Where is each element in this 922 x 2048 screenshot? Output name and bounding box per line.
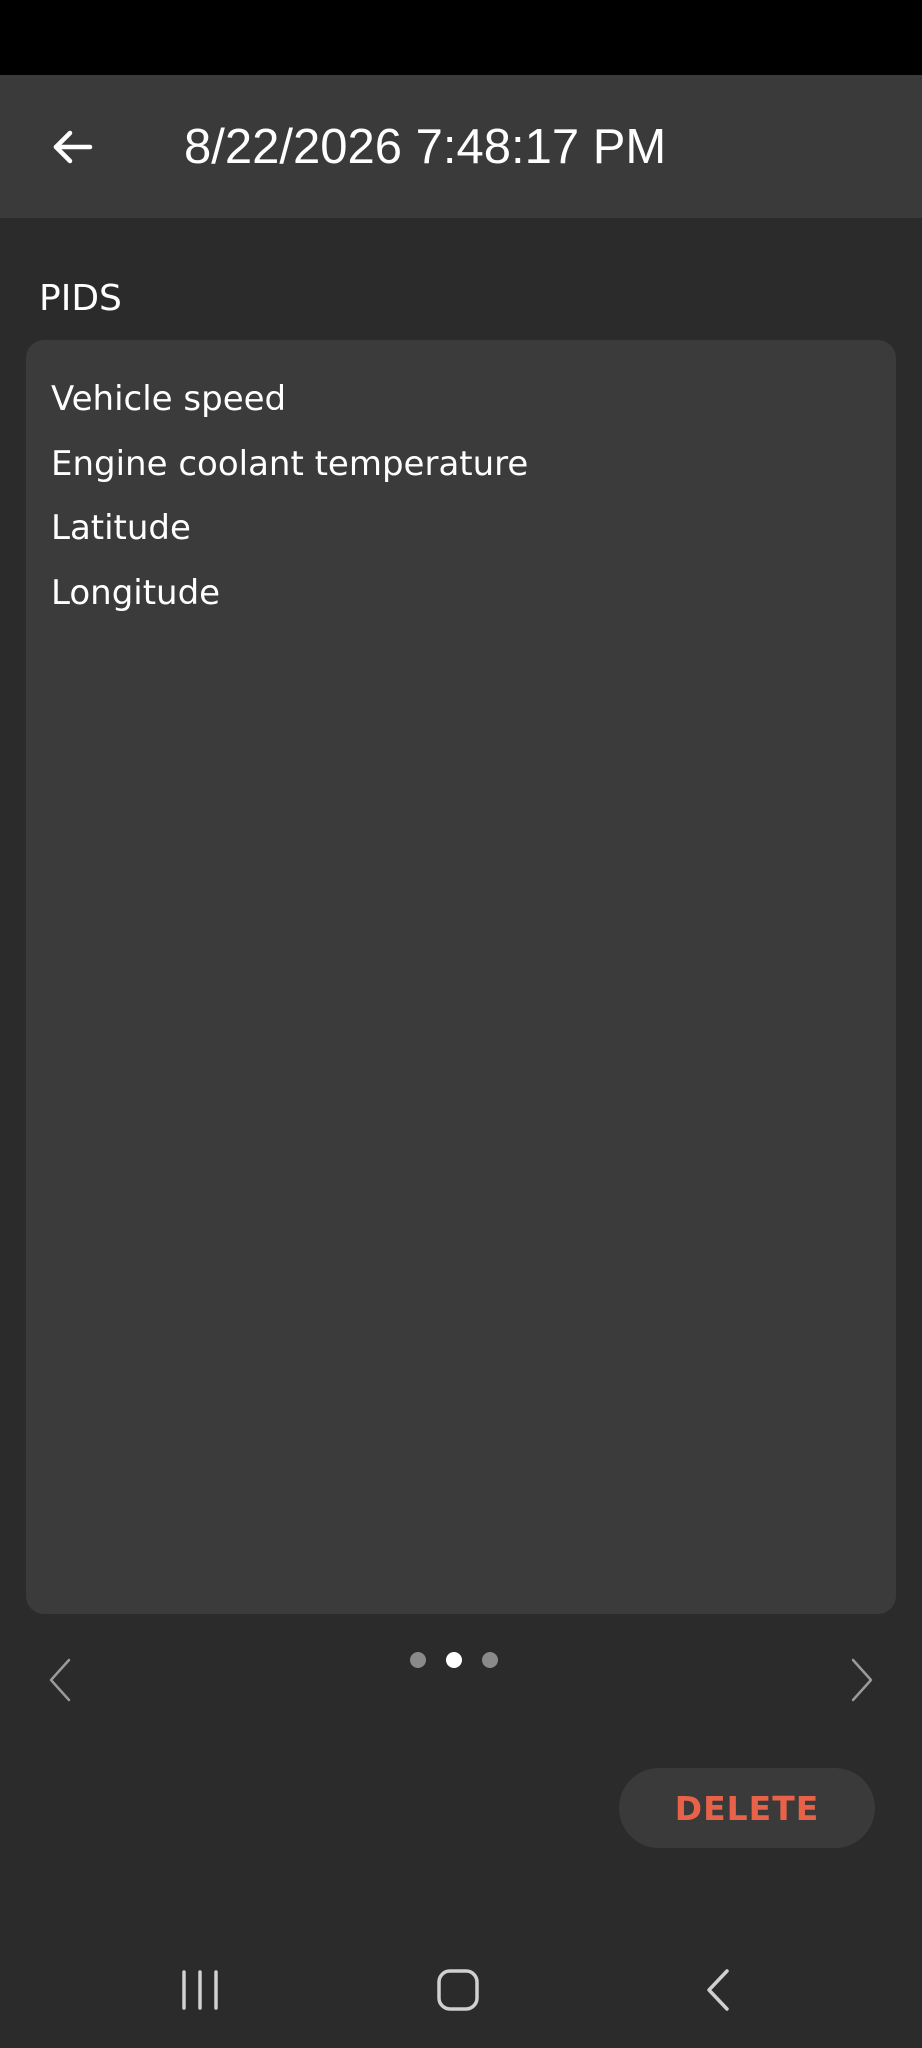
- page-dot-active[interactable]: [446, 1652, 462, 1668]
- list-item: Engine coolant temperature: [51, 443, 529, 484]
- chevron-left-icon: [49, 1658, 71, 1702]
- page-indicator: [410, 1650, 498, 1670]
- recents-icon: [182, 1970, 218, 2010]
- system-nav-bar: [0, 1930, 922, 2048]
- list-item: Vehicle speed: [51, 379, 287, 419]
- list-item: Longitude: [51, 572, 221, 613]
- status-bar: [0, 0, 922, 75]
- pid-list: Vehicle speed Engine coolant temperature…: [26, 340, 896, 625]
- previous-page-button[interactable]: [30, 1650, 90, 1710]
- pid-list-card: Vehicle speed Engine coolant temperature…: [26, 340, 896, 1614]
- back-button[interactable]: [30, 105, 114, 189]
- list-item: Latitude: [51, 508, 191, 548]
- app-bar: 8/22/2026 7:48:17 PM: [0, 75, 922, 218]
- page-dot[interactable]: [410, 1652, 426, 1668]
- chevron-right-icon: [851, 1658, 873, 1702]
- section-label-pids: PIDS: [39, 278, 122, 319]
- home-button[interactable]: [418, 1950, 498, 2030]
- system-back-button[interactable]: [677, 1950, 757, 2030]
- page-dot[interactable]: [482, 1652, 498, 1668]
- home-icon: [437, 1969, 479, 2011]
- next-page-button[interactable]: [832, 1650, 892, 1710]
- delete-button[interactable]: DELETE: [619, 1768, 875, 1848]
- recents-button[interactable]: [160, 1950, 240, 2030]
- arrow-left-icon: [53, 130, 93, 164]
- screen: 8/22/2026 7:48:17 PM PIDS Vehicle speed …: [0, 0, 922, 2048]
- back-icon: [707, 1969, 729, 2011]
- page-title: 8/22/2026 7:48:17 PM: [184, 120, 667, 174]
